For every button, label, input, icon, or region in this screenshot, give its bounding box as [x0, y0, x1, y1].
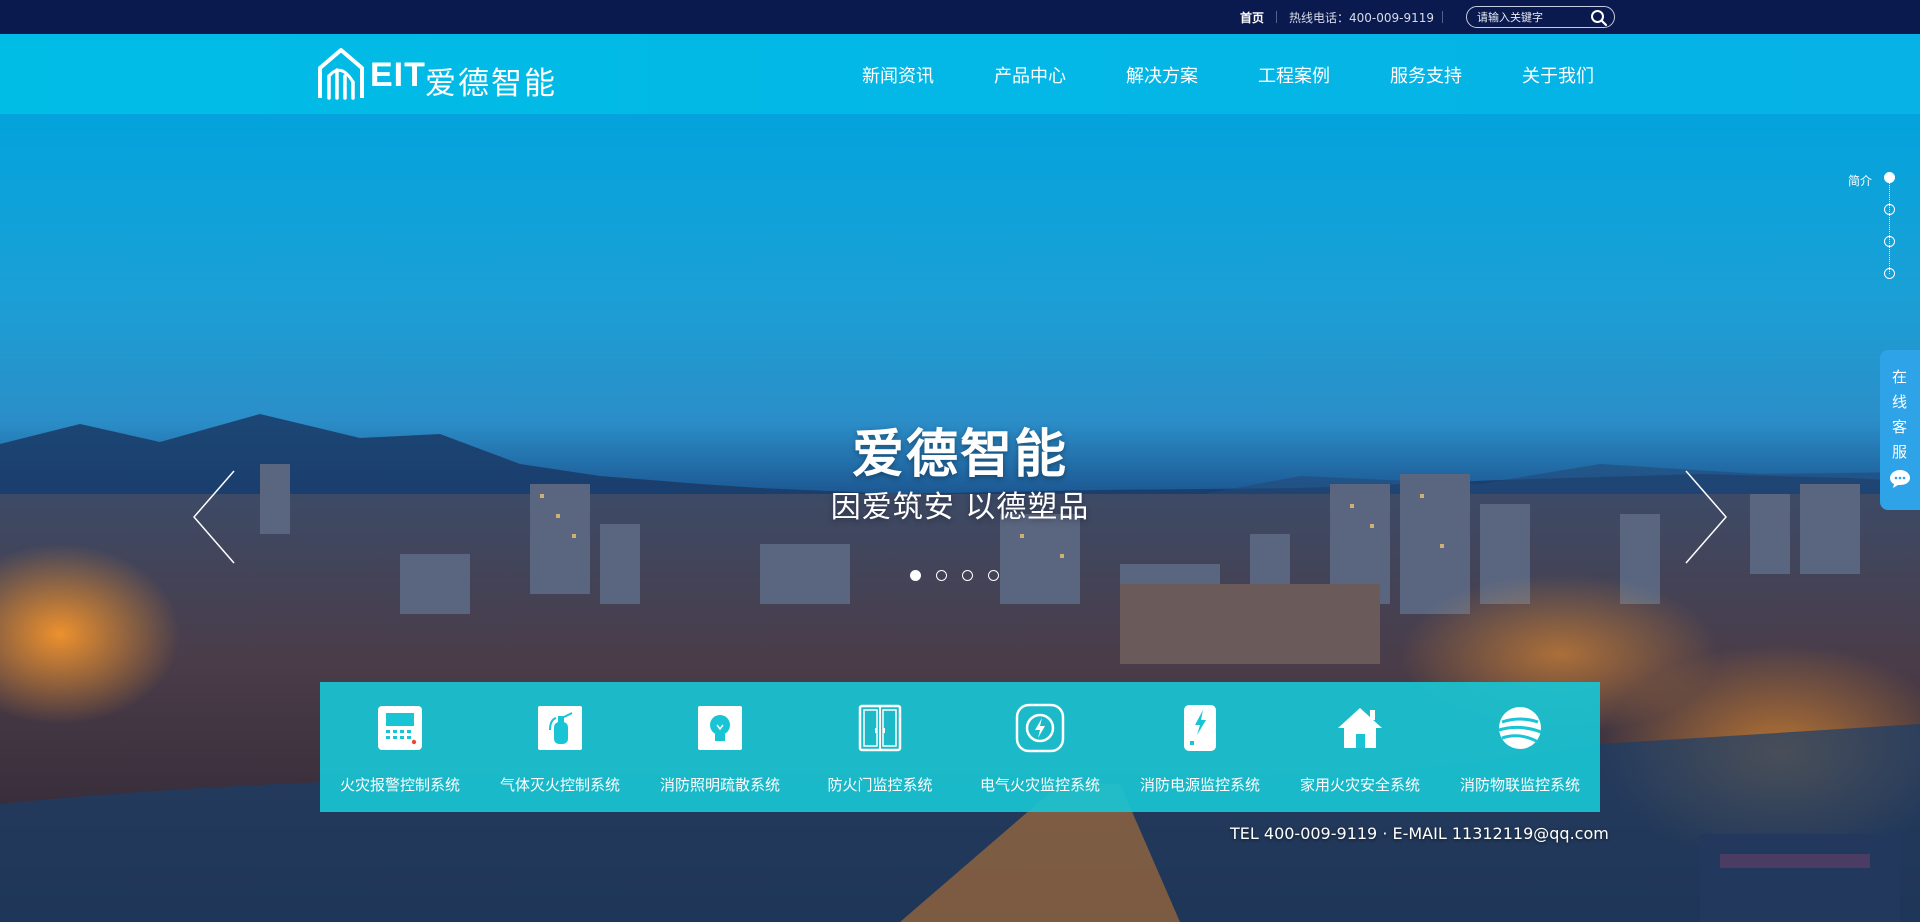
divider: [1442, 11, 1443, 23]
main-header: EIT 爱德智能 新闻资讯 产品中心 解决方案 工程案例 服务支持 关于我们: [0, 34, 1920, 114]
hero-banner: 爱德智能 因爱筑安 以德塑品 简介 在 线 客 服 火灾报警控制系统 气体灭火控…: [0, 114, 1920, 922]
chat-bubble-icon: [1890, 470, 1910, 488]
product-label: 消防照明疏散系统: [659, 776, 780, 794]
light-bulb-icon: [698, 706, 742, 750]
service-char: 客: [1892, 418, 1908, 436]
product-iot-monitoring[interactable]: 消防物联监控系统: [1440, 682, 1600, 812]
nav-item-products[interactable]: 产品中心: [994, 62, 1066, 88]
section-line: [1889, 178, 1890, 274]
logo-house-icon: [318, 48, 364, 100]
top-utility-bar: 首页 热线电话：400-009-9119: [0, 0, 1920, 34]
slide-dot-2[interactable]: [936, 570, 947, 581]
hero-subtitle: 因爱筑安 以德塑品: [830, 490, 1090, 525]
service-char: 在: [1892, 368, 1908, 386]
section-dot-4[interactable]: [1884, 268, 1895, 279]
slide-dot-3[interactable]: [962, 570, 973, 581]
product-gas-extinguishing[interactable]: 气体灭火控制系统: [480, 682, 640, 812]
nav-item-solutions[interactable]: 解决方案: [1126, 62, 1198, 88]
section-dot-2[interactable]: [1884, 204, 1895, 215]
product-label: 消防物联监控系统: [1459, 776, 1580, 794]
product-label: 电气火灾监控系统: [979, 776, 1100, 794]
product-label: 防火门监控系统: [827, 776, 933, 794]
search-input[interactable]: [1477, 9, 1587, 25]
section-navigator: 简介: [1838, 166, 1918, 286]
section-label: 简介: [1848, 174, 1873, 188]
service-char: 服: [1892, 443, 1908, 461]
product-home-fire-safety[interactable]: 家用火灾安全系统: [1280, 682, 1440, 812]
product-label: 气体灭火控制系统: [499, 776, 620, 794]
logo-brand-text: EIT: [370, 56, 426, 94]
iot-globe-icon: [1498, 707, 1542, 749]
product-power-supply[interactable]: 消防电源监控系统: [1120, 682, 1280, 812]
site-logo[interactable]: EIT 爱德智能: [315, 46, 570, 102]
search-icon[interactable]: [1590, 9, 1608, 27]
logo-chinese-text: 爱德智能: [425, 66, 557, 102]
section-dot-3[interactable]: [1884, 236, 1895, 247]
power-supply-icon: [1184, 705, 1216, 751]
product-systems-bar: 火灾报警控制系统 气体灭火控制系统 消防照明疏散系统 防火门监控系统 电气火灾监…: [320, 682, 1600, 812]
home-icon: [1338, 708, 1382, 748]
product-fire-alarm[interactable]: 火灾报警控制系统: [320, 682, 480, 812]
service-char: 线: [1892, 393, 1908, 411]
divider: [1276, 11, 1277, 23]
hero-title: 爱德智能: [851, 425, 1068, 485]
product-fire-door[interactable]: 防火门监控系统: [800, 682, 960, 812]
hotline-text: 热线电话：400-009-9119: [1289, 11, 1435, 25]
online-service-tab[interactable]: 在 线 客 服: [1880, 350, 1920, 510]
fire-alarm-panel-icon: [378, 706, 422, 750]
next-slide-arrow-icon[interactable]: [1680, 467, 1730, 567]
nav-item-support[interactable]: 服务支持: [1390, 62, 1462, 88]
search-box: [1466, 6, 1615, 28]
home-link[interactable]: 首页: [1240, 9, 1264, 26]
nav-item-cases[interactable]: 工程案例: [1258, 62, 1330, 88]
contact-info: TEL 400-009-9119 · E-MAIL 11312119@qq.co…: [1230, 824, 1609, 843]
prev-slide-arrow-icon[interactable]: [190, 467, 240, 567]
product-label: 火灾报警控制系统: [339, 776, 460, 794]
product-electrical-fire[interactable]: 电气火灾监控系统: [960, 682, 1120, 812]
nav-item-about[interactable]: 关于我们: [1522, 62, 1594, 88]
product-label: 家用火灾安全系统: [1299, 776, 1420, 794]
slide-dot-4[interactable]: [988, 570, 999, 581]
product-emergency-lighting[interactable]: 消防照明疏散系统: [640, 682, 800, 812]
fire-extinguisher-icon: [538, 706, 582, 750]
nav-item-news[interactable]: 新闻资讯: [862, 62, 934, 88]
section-dot-1[interactable]: [1884, 172, 1895, 183]
fire-door-icon: [858, 704, 902, 752]
electric-bolt-circle-icon: [1015, 703, 1065, 753]
slide-dot-1[interactable]: [910, 570, 921, 581]
product-label: 消防电源监控系统: [1139, 776, 1260, 794]
